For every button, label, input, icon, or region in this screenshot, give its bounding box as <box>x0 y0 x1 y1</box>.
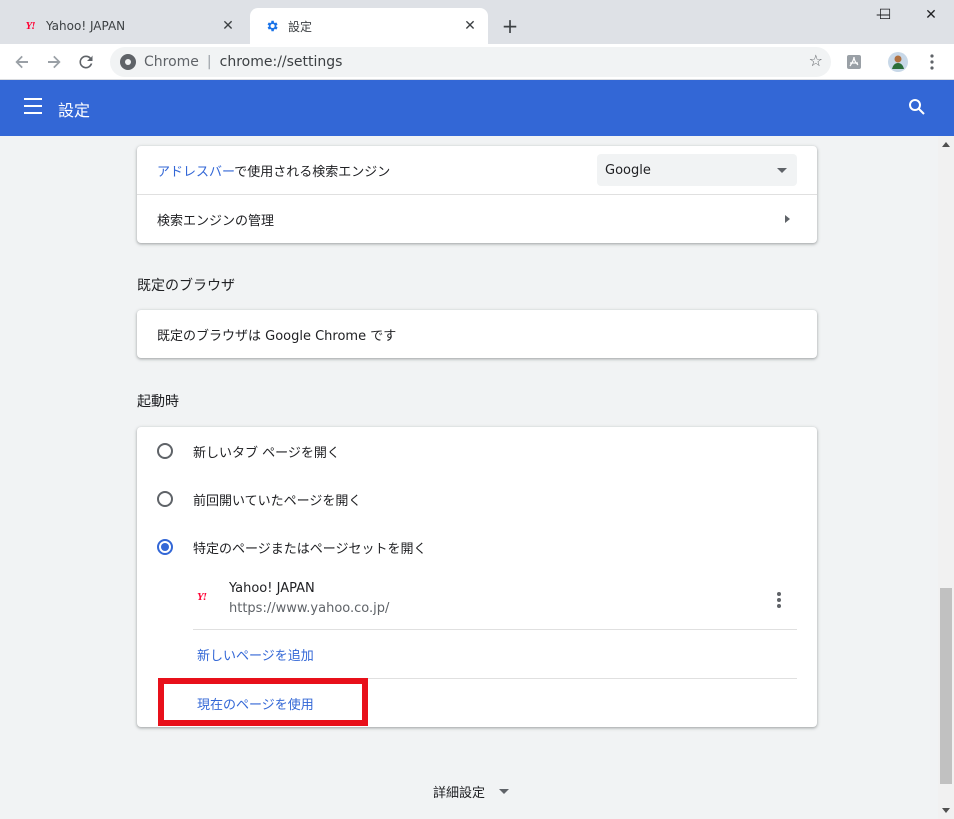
chrome-page-icon <box>120 54 136 70</box>
radio-label-continue: 前回開いていたページを開く <box>193 494 362 509</box>
bookmark-star-icon[interactable]: ☆ <box>809 51 823 70</box>
profile-avatar-icon[interactable] <box>886 50 910 74</box>
settings-header: 設定 <box>0 80 954 136</box>
radio-label-specific-pages: 特定のページまたはページセットを開く <box>193 542 427 557</box>
startup-page-name: Yahoo! JAPAN <box>229 581 315 596</box>
radio-specific-pages[interactable] <box>157 539 173 555</box>
close-window-button[interactable]: ✕ <box>908 0 954 30</box>
tab-title: 設定 <box>288 19 313 34</box>
yahoo-favicon-icon: Y! <box>25 20 36 32</box>
more-actions-icon[interactable] <box>777 592 781 608</box>
default-browser-heading: 既定のブラウザ <box>137 278 235 294</box>
hamburger-menu-icon[interactable] <box>24 98 44 118</box>
close-tab-icon[interactable]: ✕ <box>218 16 238 36</box>
search-icon[interactable] <box>908 98 928 118</box>
address-bar-label-text: で使用される検索エンジン <box>234 164 391 180</box>
add-new-page-row: 新しいページを追加 <box>137 630 817 678</box>
settings-content: アドレスバーで使用される検索エンジン Google 検索エンジンの管理 既定のブ… <box>0 136 938 819</box>
address-bar-label: アドレスバーで使用される検索エンジン <box>157 161 390 180</box>
close-tab-icon[interactable]: ✕ <box>460 16 480 36</box>
default-browser-message: 既定のブラウザは Google Chrome です <box>157 328 397 344</box>
omnibox-url: chrome://settings <box>219 54 343 70</box>
back-arrow-icon[interactable] <box>10 50 34 74</box>
advanced-settings-toggle[interactable]: 詳細設定 <box>433 782 510 801</box>
dropdown-caret-icon <box>777 168 787 173</box>
radio-continue[interactable] <box>157 491 173 507</box>
advanced-settings-label: 詳細設定 <box>433 786 486 801</box>
browser-toolbar: Chrome | chrome://settings ☆ <box>0 44 954 80</box>
tab-settings[interactable]: 設定 ✕ <box>250 8 488 44</box>
new-tab-button[interactable]: + <box>498 14 522 38</box>
scroll-down-arrow-icon[interactable] <box>942 808 950 813</box>
maximize-button[interactable]: ☐ <box>862 0 908 30</box>
arrow-right-icon <box>785 215 790 223</box>
startup-page-url: https://www.yahoo.co.jp/ <box>229 601 390 616</box>
tab-strip: Y! Yahoo! JAPAN ✕ 設定 ✕ + — ☐ ✕ <box>0 0 954 44</box>
startup-heading: 起動時 <box>137 394 179 410</box>
yahoo-favicon-icon: Y! <box>197 591 207 603</box>
gear-icon <box>264 18 280 34</box>
scrollbar-thumb[interactable] <box>940 588 952 784</box>
tab-yahoo-japan[interactable]: Y! Yahoo! JAPAN ✕ <box>8 8 246 44</box>
add-new-page-link[interactable]: 新しいページを追加 <box>197 645 314 664</box>
omnibox[interactable]: Chrome | chrome://settings ☆ <box>110 47 831 77</box>
radio-new-tab[interactable] <box>157 443 173 459</box>
more-menu-icon[interactable] <box>920 50 944 74</box>
startup-page-item: Y! Yahoo! JAPAN https://www.yahoo.co.jp/ <box>193 571 797 629</box>
address-bar-link[interactable]: アドレスバー <box>157 165 234 180</box>
manage-search-engines-label: 検索エンジンの管理 <box>157 213 275 229</box>
search-engine-card: アドレスバーで使用される検索エンジン Google 検索エンジンの管理 <box>137 146 817 243</box>
vertical-scrollbar[interactable] <box>938 136 954 819</box>
radio-label-new-tab: 新しいタブ ページを開く <box>193 446 340 461</box>
page-title: 設定 <box>58 101 91 120</box>
default-browser-card: 既定のブラウザは Google Chrome です <box>137 310 817 358</box>
highlight-annotation <box>158 678 368 726</box>
reload-icon[interactable] <box>74 50 98 74</box>
scroll-up-arrow-icon[interactable] <box>942 142 950 147</box>
chevron-down-icon <box>499 789 510 794</box>
address-bar-search-engine-row: アドレスバーで使用される検索エンジン Google <box>137 146 817 194</box>
search-engine-selected: Google <box>605 162 651 178</box>
tab-title: Yahoo! JAPAN <box>46 19 126 33</box>
omnibox-origin: Chrome <box>144 54 199 70</box>
search-engine-select[interactable]: Google <box>597 154 797 186</box>
default-browser-row: 既定のブラウザは Google Chrome です <box>137 310 817 358</box>
pdf-extension-icon[interactable] <box>842 50 866 74</box>
manage-search-engines-row[interactable]: 検索エンジンの管理 <box>137 195 817 243</box>
forward-arrow-icon[interactable] <box>42 50 66 74</box>
omnibox-separator: | <box>206 54 212 70</box>
